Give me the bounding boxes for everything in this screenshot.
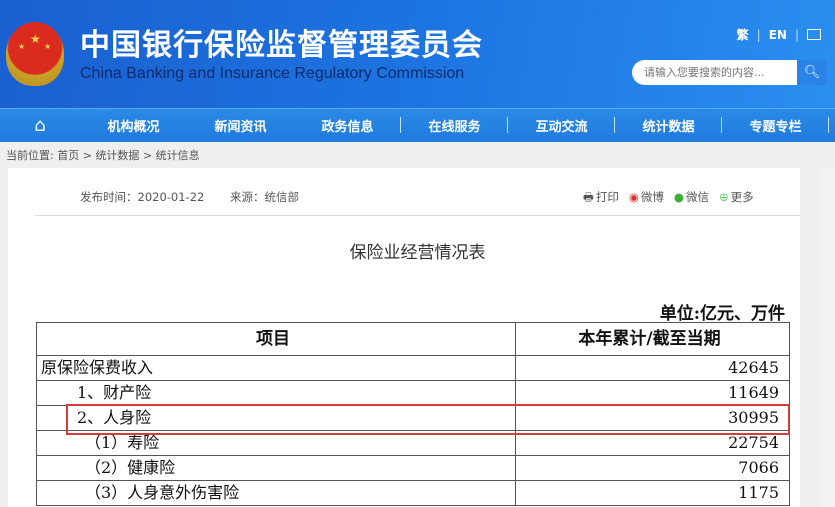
breadcrumb: 当前位置: 首页 > 统计数据 > 统计信息 — [6, 147, 200, 163]
plus-circle-icon: ⊕ — [718, 190, 729, 204]
wechat-icon: ● — [673, 190, 684, 204]
table-row: （2）健康险 7066 — [36, 455, 790, 481]
nav-item-statistics[interactable]: 统计数据 — [615, 116, 722, 135]
weibo-icon: ◉ — [628, 190, 639, 204]
search-icon[interactable]: 🔍︎ — [797, 60, 827, 85]
site-title-en: China Banking and Insurance Regulatory C… — [80, 65, 465, 82]
nav-item-topics[interactable]: 专题专栏 — [722, 116, 829, 135]
search-box: 🔍︎ — [632, 60, 827, 85]
publish-date: 发布时间：2020-01-22 — [80, 190, 205, 204]
search-input[interactable] — [632, 66, 792, 79]
table-header-row: 项目 本年累计/截至当期 — [36, 322, 790, 356]
more-label: 更多 — [730, 190, 754, 204]
weibo-button[interactable]: ◉ 微博 — [629, 189, 664, 209]
nav-item-about[interactable]: 机构概况 — [80, 116, 187, 135]
traditional-chinese-link[interactable]: 繁 — [737, 26, 749, 43]
divider — [35, 215, 800, 216]
breadcrumb-statistics[interactable]: 统计数据 — [95, 149, 139, 162]
print-label: 打印 — [595, 190, 619, 204]
nav-item-online-service[interactable]: 在线服务 — [401, 116, 508, 135]
wechat-label: 微信 — [685, 190, 709, 204]
breadcrumb-prefix: 当前位置: — [6, 149, 54, 162]
row-value: 1175 — [515, 480, 790, 506]
nav-item-news[interactable]: 新闻资讯 — [187, 116, 294, 135]
highlight-box — [66, 404, 790, 435]
article-title: 保险业经营情况表 — [349, 243, 486, 263]
share-bar: 🖶 打印 ◉ 微博 ● 微信 ⊕ 更多 — [583, 189, 754, 209]
row-label: 原保险保费收入 — [36, 355, 516, 381]
row-value: 42645 — [515, 355, 790, 381]
nav-item-interaction[interactable]: 互动交流 — [508, 116, 615, 135]
table-row: （3）人身意外伤害险 1175 — [36, 480, 790, 506]
site-header: ★ ★ ★ 中国银行保险监督管理委员会 China Banking and Insu… — [0, 0, 835, 108]
column-header-item: 项目 — [36, 322, 516, 356]
breadcrumb-sep: > — [142, 149, 153, 162]
row-value: 11649 — [515, 380, 790, 406]
breadcrumb-sep: > — [82, 149, 92, 162]
national-emblem-logo: ★ ★ ★ — [6, 22, 64, 86]
row-label: （2）健康险 — [36, 455, 516, 481]
english-link[interactable]: EN — [769, 28, 787, 42]
row-label: （3）人身意外伤害险 — [36, 480, 516, 506]
weibo-label: 微博 — [640, 190, 664, 204]
unit-label: 单位:亿元、万件 — [659, 304, 785, 324]
column-header-value: 本年累计/截至当期 — [515, 322, 790, 356]
more-button[interactable]: ⊕ 更多 — [719, 189, 754, 209]
row-label: 1、财产险 — [36, 380, 516, 406]
printer-icon: 🖶 — [583, 190, 594, 204]
table-row: 原保险保费收入 42645 — [36, 355, 790, 381]
table-row: 1、财产险 11649 — [36, 380, 790, 406]
main-nav: ⌂ 机构概况 新闻资讯 政务信息 在线服务 互动交流 统计数据 专题专栏 — [0, 108, 835, 142]
breadcrumb-statistics-info[interactable]: 统计信息 — [156, 149, 200, 162]
print-button[interactable]: 🖶 打印 — [583, 189, 619, 209]
wechat-button[interactable]: ● 微信 — [674, 189, 709, 209]
row-value: 7066 — [515, 455, 790, 481]
site-title-cn[interactable]: 中国银行保险监督管理委员会 — [80, 20, 483, 64]
mail-icon[interactable] — [807, 29, 821, 40]
source: 来源：统信部 — [230, 190, 299, 204]
scrollbar[interactable] — [820, 168, 835, 507]
home-icon[interactable]: ⌂ — [0, 115, 80, 136]
nav-item-government[interactable]: 政务信息 — [294, 116, 401, 135]
breadcrumb-home[interactable]: 首页 — [57, 149, 79, 162]
